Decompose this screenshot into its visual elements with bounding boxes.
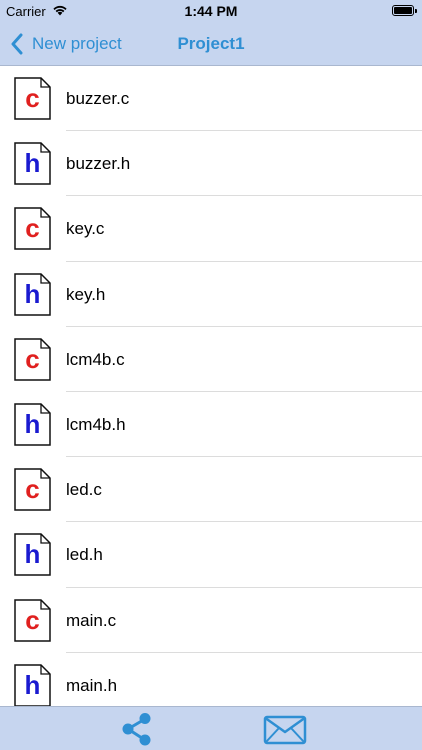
file-type-letter: h: [24, 539, 41, 570]
h-header-file-icon: h: [14, 663, 51, 706]
file-type-letter: h: [24, 669, 41, 700]
h-header-file-icon: h: [14, 403, 51, 446]
back-button[interactable]: New project: [10, 22, 122, 66]
file-type-letter: h: [24, 408, 41, 439]
status-time: 1:44 PM: [184, 3, 238, 19]
h-header-file-icon: h: [14, 142, 51, 185]
file-name: key.h: [66, 284, 106, 304]
file-row[interactable]: h led.h: [0, 522, 422, 588]
file-type-letter: c: [25, 83, 40, 113]
file-name: led.h: [66, 545, 103, 565]
file-name: main.c: [66, 610, 117, 630]
file-name: lcm4b.h: [66, 414, 126, 434]
c-source-file-icon: c: [14, 598, 51, 642]
file-row[interactable]: c key.c: [0, 196, 422, 262]
back-button-label: New project: [32, 34, 122, 53]
file-row[interactable]: h buzzer.h: [0, 131, 422, 197]
mail-icon: [263, 715, 307, 745]
file-name: led.c: [66, 480, 102, 500]
status-bar: Carrier 1:44 PM: [0, 0, 422, 22]
file-row[interactable]: c main.c: [0, 588, 422, 653]
file-row[interactable]: h key.h: [0, 262, 422, 327]
c-source-file-icon: c: [14, 468, 51, 511]
c-source-file-icon: c: [14, 338, 51, 381]
file-name: key.c: [66, 219, 105, 239]
navigation-bar: New project Project1: [0, 22, 422, 66]
file-name: buzzer.h: [66, 154, 131, 174]
battery-icon: [392, 5, 417, 16]
share-icon: [122, 713, 151, 746]
file-row[interactable]: h main.h: [0, 653, 422, 706]
file-name: lcm4b.c: [66, 349, 125, 369]
file-list: c buzzer.c h buzzer.h c key.c h key.h c lcm4b.c h l…: [0, 66, 422, 706]
page-title: Project1: [177, 34, 245, 53]
file-name: main.h: [66, 675, 118, 695]
share-button[interactable]: [120, 711, 154, 747]
c-source-file-icon: c: [14, 207, 51, 251]
file-name: buzzer.c: [66, 89, 130, 108]
file-type-letter: c: [25, 604, 40, 635]
file-type-letter: c: [25, 343, 40, 374]
chevron-left-icon: [11, 33, 23, 55]
file-row[interactable]: c lcm4b.c: [0, 327, 422, 392]
file-type-letter: h: [24, 278, 41, 309]
c-source-file-icon: c: [14, 77, 51, 120]
file-row[interactable]: c buzzer.c: [0, 66, 422, 132]
file-type-letter: c: [25, 474, 40, 505]
h-header-file-icon: h: [14, 533, 51, 577]
file-type-letter: h: [24, 148, 41, 179]
file-row[interactable]: c led.c: [0, 457, 422, 523]
file-row[interactable]: h lcm4b.h: [0, 392, 422, 458]
mail-button[interactable]: [263, 715, 307, 745]
h-header-file-icon: h: [14, 272, 51, 316]
bottom-toolbar: [0, 706, 422, 750]
file-type-letter: c: [25, 213, 40, 244]
